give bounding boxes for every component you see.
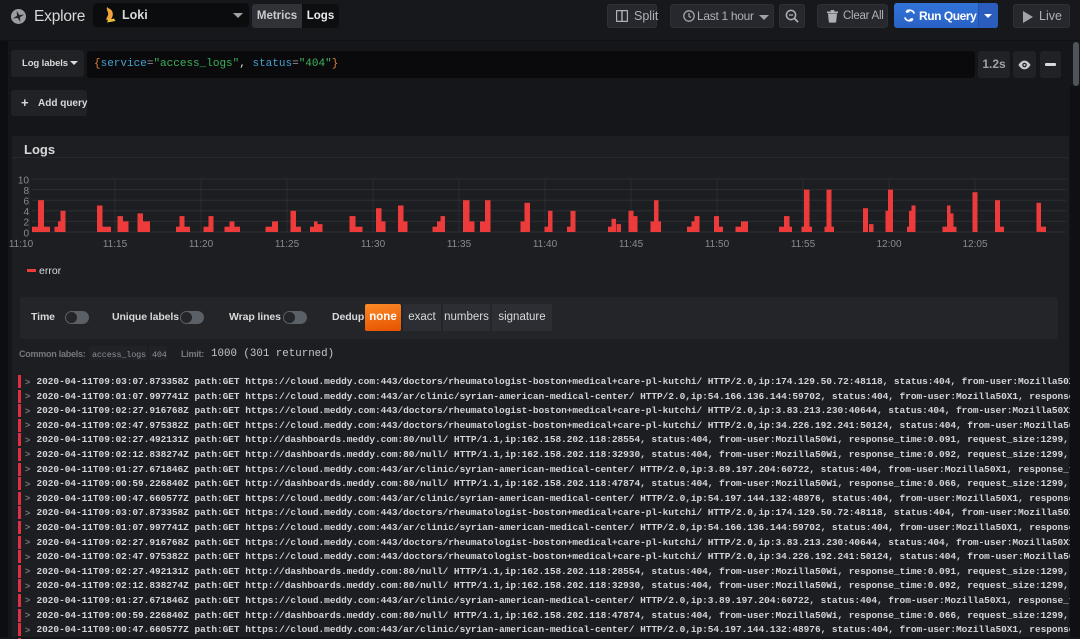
svg-text:11:50: 11:50 <box>705 239 730 250</box>
svg-text:11:45: 11:45 <box>619 239 644 250</box>
svg-text:11:25: 11:25 <box>275 239 300 250</box>
svg-text:12:05: 12:05 <box>962 239 987 250</box>
svg-text:11:20: 11:20 <box>189 239 214 250</box>
svg-text:11:15: 11:15 <box>103 239 128 250</box>
svg-text:11:55: 11:55 <box>791 239 816 250</box>
svg-text:12:00: 12:00 <box>876 239 901 250</box>
svg-text:11:40: 11:40 <box>533 239 558 250</box>
svg-text:11:30: 11:30 <box>361 239 386 250</box>
svg-text:11:10: 11:10 <box>9 239 34 250</box>
svg-text:10: 10 <box>18 175 30 186</box>
svg-text:11:35: 11:35 <box>447 239 472 250</box>
